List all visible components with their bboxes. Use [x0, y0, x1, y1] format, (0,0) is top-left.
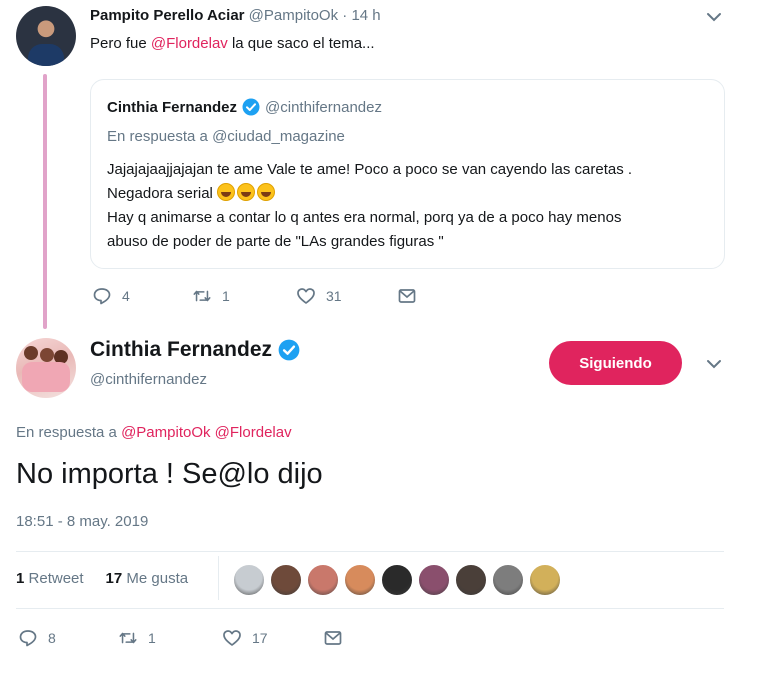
- reply-icon: [19, 630, 37, 647]
- header-separator: ·: [342, 7, 348, 24]
- tweet-timestamp[interactable]: 18:51 - 8 may. 2019: [16, 513, 148, 530]
- divider: [16, 551, 724, 552]
- reply-to-link[interactable]: @PampitoOk: [121, 424, 210, 441]
- envelope-icon: [324, 631, 342, 645]
- retweet-count: 1: [222, 288, 230, 304]
- likes-stat[interactable]: 17 Me gusta: [106, 570, 189, 587]
- retweets-stat[interactable]: 1 Retweet: [16, 570, 84, 587]
- likes-stat-label: Me gusta: [126, 570, 189, 587]
- author-handle[interactable]: @PampitoOk: [249, 7, 338, 24]
- retweet-icon: [193, 290, 211, 302]
- heart-icon: [297, 288, 315, 304]
- like-button[interactable]: 31: [296, 286, 342, 306]
- avatar[interactable]: [16, 6, 76, 66]
- tweet-header: Pampito Perello Aciar @PampitoOk · 14 h: [90, 7, 381, 24]
- liker-avatar[interactable]: [455, 564, 487, 596]
- direct-message-button[interactable]: [397, 286, 417, 306]
- following-button[interactable]: Siguiendo: [549, 341, 682, 385]
- liker-avatar[interactable]: [307, 564, 339, 596]
- reply-button[interactable]: 4: [92, 286, 130, 306]
- liker-avatars: [233, 564, 561, 596]
- quoted-tweet-text: Jajajajaajjajajan te ame Vale te ame! Po…: [107, 158, 712, 254]
- reply-icon: [93, 288, 111, 305]
- liker-avatar[interactable]: [233, 564, 265, 596]
- quoted-line: Negadora serial: [107, 182, 712, 206]
- reply-to-handle: @ciudad_magazine: [212, 128, 345, 145]
- chevron-down-icon[interactable]: [703, 353, 725, 375]
- retweet-count: 1: [148, 630, 156, 646]
- tweet-text-prefix: Pero fue: [90, 35, 151, 52]
- engagement-stats: 1 Retweet 17 Me gusta: [16, 570, 188, 587]
- author-handle[interactable]: @cinthifernandez: [90, 371, 207, 388]
- author-name[interactable]: Cinthia Fernandez: [90, 338, 272, 362]
- like-count: 31: [326, 288, 342, 304]
- author-name-row: Cinthia Fernandez: [90, 338, 300, 362]
- verified-badge-icon: [242, 98, 260, 116]
- retweet-button[interactable]: 1: [118, 628, 156, 648]
- avatar[interactable]: [16, 338, 76, 398]
- liker-avatar[interactable]: [270, 564, 302, 596]
- tweet-time[interactable]: 14 h: [351, 7, 380, 24]
- liker-avatar[interactable]: [492, 564, 524, 596]
- quoted-tweet[interactable]: Cinthia Fernandez @cinthifernandez En re…: [90, 79, 725, 269]
- reply-count: 4: [122, 288, 130, 304]
- reply-prefix: En respuesta a: [107, 128, 213, 145]
- tweet-text: Pero fue @Flordelav la que saco el tema.…: [90, 35, 375, 52]
- liker-avatar[interactable]: [529, 564, 561, 596]
- quoted-line: Hay q animarse a contar lo q antes era n…: [107, 209, 622, 226]
- reply-button[interactable]: 8: [18, 628, 56, 648]
- like-count: 17: [252, 630, 268, 646]
- chevron-down-icon[interactable]: [703, 6, 725, 28]
- laughing-emoji-icon: [217, 183, 236, 201]
- quoted-author-name: Cinthia Fernandez: [107, 98, 238, 116]
- mention-link[interactable]: @Flordelav: [151, 35, 228, 52]
- quoted-line-text: Negadora serial: [107, 185, 218, 202]
- laughing-emoji-icon: [237, 183, 256, 201]
- reply-count: 8: [48, 630, 56, 646]
- divider: [16, 608, 724, 609]
- quoted-reply-context: En respuesta a @ciudad_magazine: [107, 128, 345, 145]
- retweets-stat-count: 1: [16, 570, 25, 587]
- envelope-icon: [398, 289, 416, 303]
- laughing-emoji-icon: [257, 183, 276, 201]
- likes-stat-count: 17: [105, 570, 123, 587]
- quoted-tweet-header: Cinthia Fernandez @cinthifernandez: [107, 98, 382, 116]
- heart-icon: [223, 630, 241, 646]
- thread-connector-line: [43, 74, 47, 329]
- direct-message-button[interactable]: [323, 628, 343, 648]
- author-name[interactable]: Pampito Perello Aciar: [90, 7, 245, 24]
- reply-prefix: En respuesta a: [16, 424, 122, 441]
- reply-context: En respuesta a @PampitoOk @Flordelav: [16, 424, 292, 441]
- retweets-stat-label: Retweet: [28, 570, 84, 587]
- quoted-line: abuso de poder de parte de "LAs grandes …: [107, 233, 444, 250]
- tweet-text: No importa ! Se@lo dijo: [16, 458, 323, 490]
- verified-badge-icon: [278, 339, 300, 361]
- tweet-text-suffix: la que saco el tema...: [227, 35, 375, 52]
- liker-avatar[interactable]: [344, 564, 376, 596]
- reply-to-link[interactable]: @Flordelav: [215, 424, 292, 441]
- quoted-author-handle: @cinthifernandez: [265, 98, 382, 116]
- liker-avatar[interactable]: [418, 564, 450, 596]
- stats-separator: [218, 556, 219, 600]
- like-button[interactable]: 17: [222, 628, 268, 648]
- quoted-line: Jajajajaajjajajan te ame Vale te ame! Po…: [107, 161, 633, 178]
- retweet-button[interactable]: 1: [192, 286, 230, 306]
- liker-avatar[interactable]: [381, 564, 413, 596]
- retweet-icon: [119, 632, 137, 644]
